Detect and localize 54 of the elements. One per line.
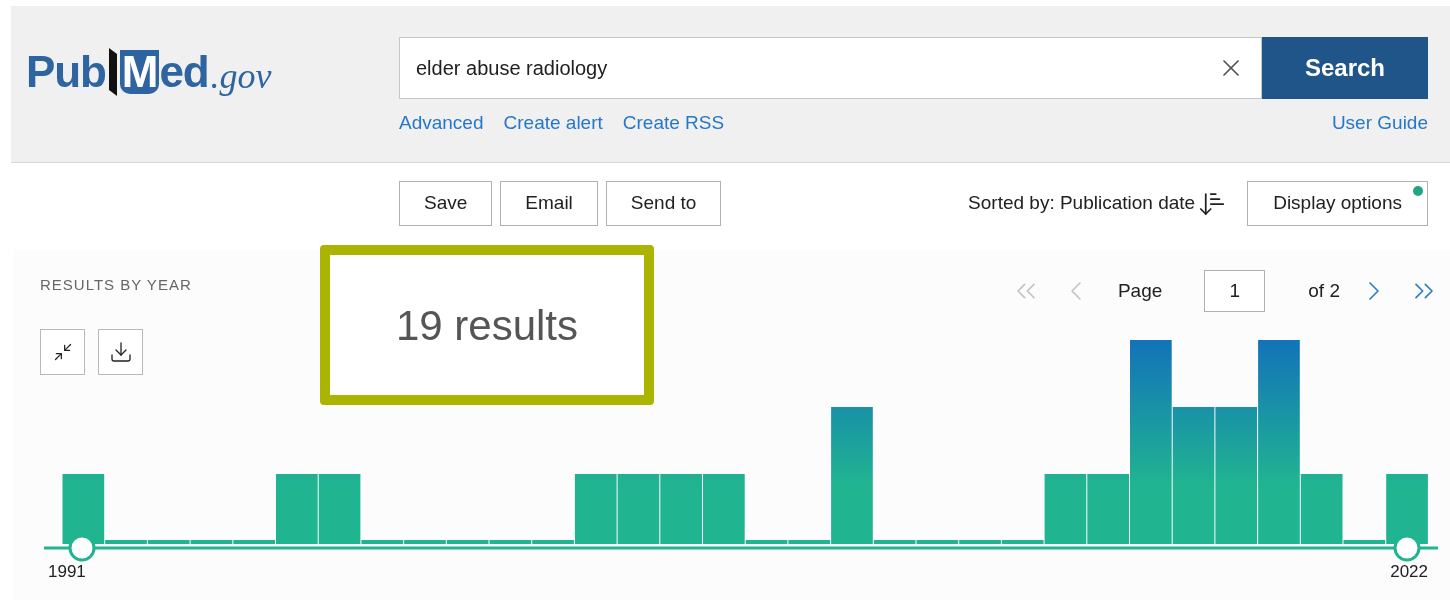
histogram-bar[interactable]	[62, 473, 105, 544]
histogram-bar[interactable]	[1130, 339, 1172, 544]
histogram-bar[interactable]	[446, 539, 489, 544]
histogram-bar[interactable]	[318, 473, 361, 544]
histogram-bar[interactable]	[404, 539, 446, 544]
histogram-bar[interactable]	[489, 539, 532, 544]
histogram-bar[interactable]	[532, 539, 574, 544]
action-button[interactable]: Email	[500, 181, 598, 226]
histogram-bar[interactable]	[1258, 339, 1300, 544]
histogram-bar[interactable]	[703, 473, 745, 544]
histogram-bar[interactable]	[788, 539, 831, 544]
page-count: of 2	[1308, 278, 1340, 303]
histogram-bar[interactable]	[959, 539, 1001, 544]
start-year-label: 1991	[48, 560, 86, 583]
histogram-bar[interactable]	[1001, 539, 1044, 544]
page-field[interactable]: 1	[1204, 270, 1266, 312]
histogram-bar[interactable]	[361, 539, 404, 544]
sort-label[interactable]: Sorted by: Publication date	[968, 189, 1196, 218]
histogram-bar[interactable]	[190, 539, 233, 544]
action-button[interactable]: Send to	[605, 181, 722, 226]
results-count-box: 19 results	[320, 245, 654, 405]
histogram-bar[interactable]	[1215, 406, 1258, 544]
display-options-button[interactable]: Display options	[1247, 181, 1428, 226]
histogram-bar[interactable]	[574, 473, 617, 544]
header-link[interactable]: Create alert	[503, 109, 603, 138]
histogram-bar[interactable]	[1300, 473, 1343, 544]
header-link[interactable]: Advanced	[399, 109, 484, 138]
download-icon[interactable]	[98, 328, 143, 375]
histogram-bar[interactable]	[276, 473, 318, 544]
range-handle[interactable]	[1393, 534, 1421, 561]
histogram-bar[interactable]	[831, 406, 873, 544]
histogram-bar[interactable]	[873, 539, 916, 544]
pubmed-logo[interactable]: Pub Med.gov	[26, 46, 272, 98]
histogram-bar[interactable]	[233, 539, 275, 544]
action-button[interactable]: Save	[399, 181, 493, 226]
page-label: Page	[1117, 278, 1163, 303]
histogram-bar[interactable]	[1044, 473, 1087, 544]
histogram-bar[interactable]	[617, 473, 660, 544]
search-button[interactable]: Search	[1262, 37, 1428, 99]
histogram-bar[interactable]	[1343, 539, 1386, 544]
histogram-bar[interactable]	[660, 473, 702, 544]
histogram-bar[interactable]	[916, 539, 959, 544]
results-by-year-title: RESULTS BY YEAR	[40, 275, 192, 295]
range-handle[interactable]	[68, 534, 96, 561]
collapse-icon[interactable]	[40, 328, 85, 375]
histogram-bar[interactable]	[1386, 473, 1428, 544]
end-year-label: 2022	[1390, 560, 1428, 583]
histogram-bar[interactable]	[105, 539, 147, 544]
histogram-bar[interactable]	[1087, 473, 1129, 544]
user-guide-link[interactable]: User Guide	[1331, 109, 1428, 138]
header-link[interactable]: Create RSS	[622, 109, 725, 138]
histogram-bar[interactable]	[1172, 406, 1215, 544]
histogram-bar[interactable]	[147, 539, 190, 544]
histogram-bar[interactable]	[745, 539, 788, 544]
